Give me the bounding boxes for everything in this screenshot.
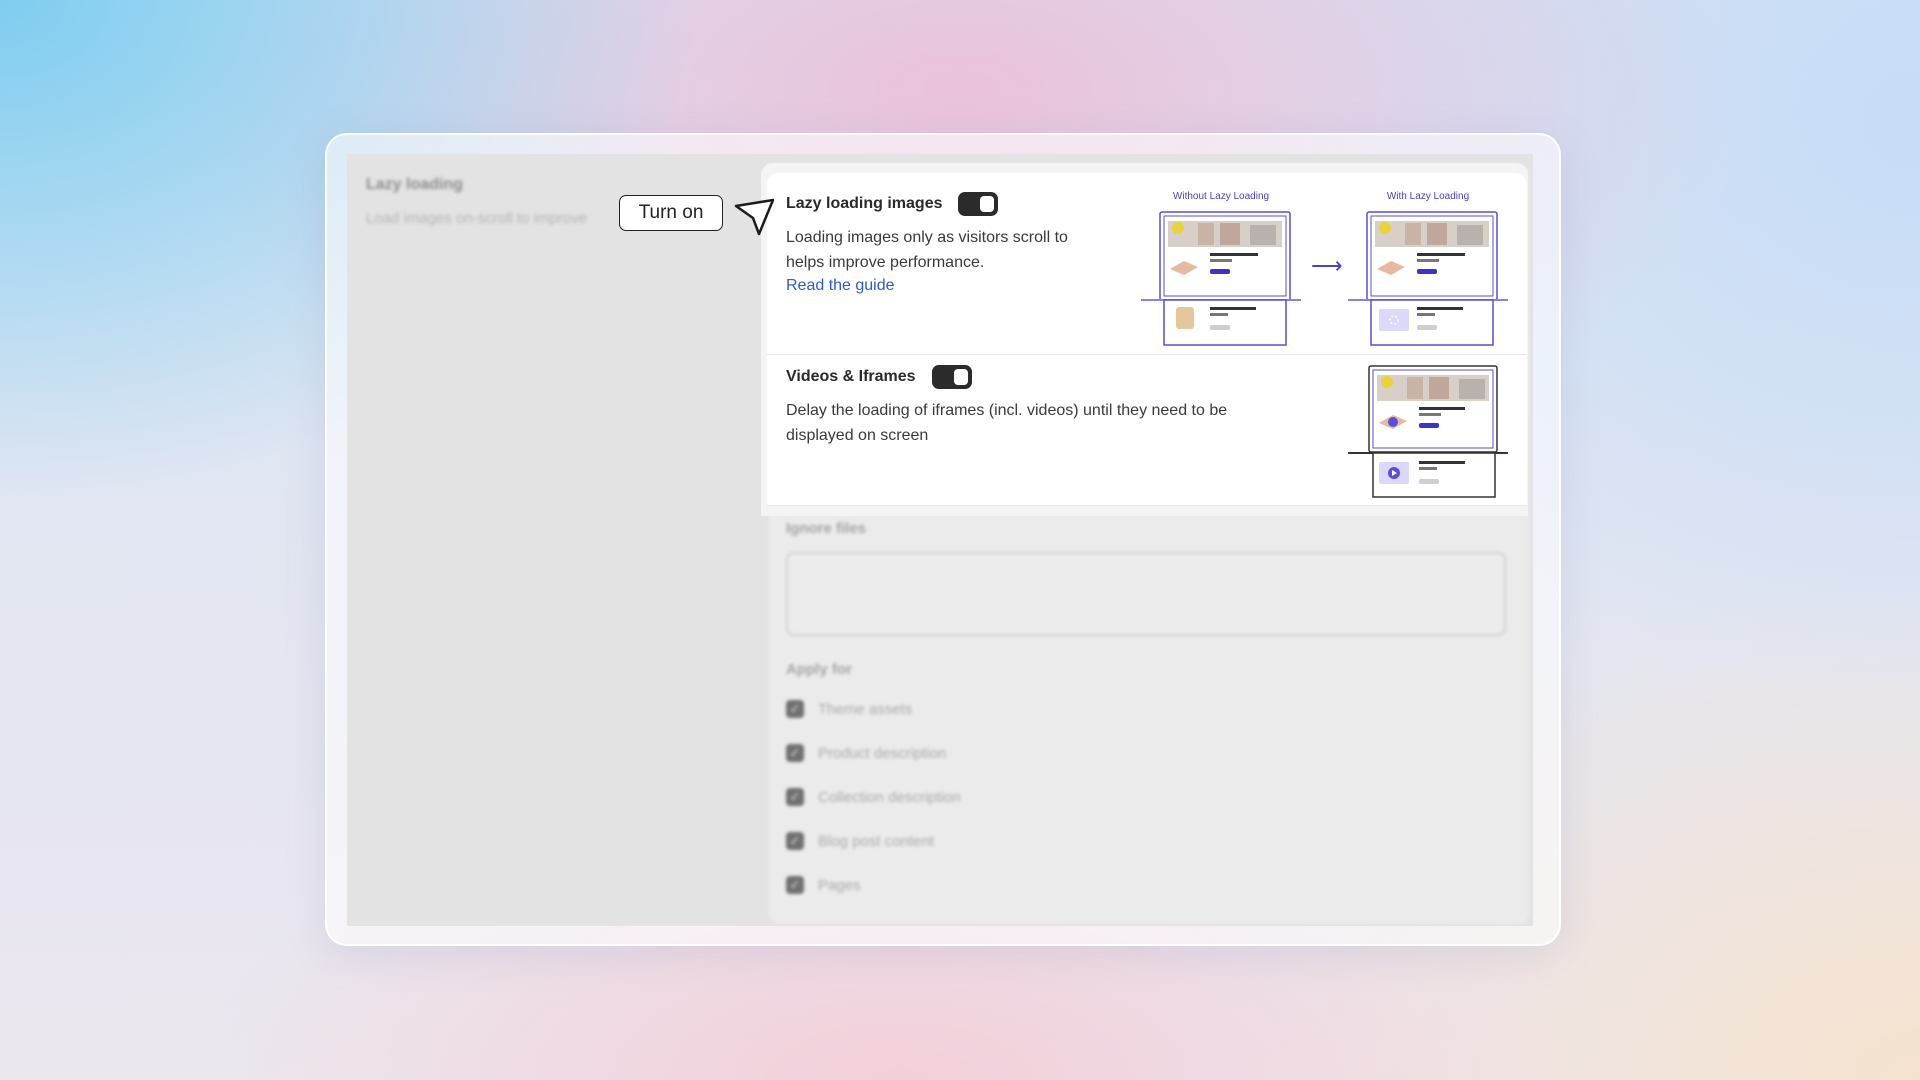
checkbox-collection-description[interactable]: ✓ Collection description (786, 786, 961, 808)
checkbox-label: Pages (818, 876, 861, 894)
checkbox-label: Theme assets (818, 700, 913, 718)
pointer-cursor-icon (734, 198, 775, 236)
with-lazy-label: With Lazy Loading (1386, 191, 1470, 202)
videos-description-line2: displayed on screen (786, 427, 929, 444)
turn-on-callout: Turn on (619, 195, 723, 231)
toggle-knob (954, 369, 968, 385)
ignore-files-input[interactable] (786, 552, 1506, 636)
checkbox-theme-assets[interactable]: ✓ Theme assets (786, 698, 912, 720)
videos-description-line1: Delay the loading of iframes (incl. vide… (786, 402, 1228, 419)
without-lazy-label: Without Lazy Loading (1172, 191, 1270, 202)
toggle-knob (980, 196, 994, 212)
section-title: Lazy loading (366, 176, 463, 193)
checkbox-product-description[interactable]: ✓ Product description (786, 742, 946, 764)
checkbox-icon[interactable]: ✓ (786, 876, 804, 894)
read-guide-link[interactable]: Read the guide (786, 277, 895, 295)
lazy-images-description-line1: Loading images only as visitors scroll t… (786, 229, 1068, 246)
checkbox-label: Collection description (818, 788, 961, 806)
lazy-images-toggle[interactable] (958, 192, 998, 216)
checkbox-pages[interactable]: ✓ Pages (786, 874, 861, 896)
ignore-files-label: Ignore files (786, 520, 867, 537)
apply-for-label: Apply for (786, 661, 852, 678)
lazy-images-description-line2: helps improve performance. (786, 254, 985, 271)
checkbox-label: Product description (818, 744, 947, 762)
section-description: Load images on-scroll to improve (366, 210, 587, 227)
lazy-images-title: Lazy loading images (786, 195, 943, 212)
lazy-loading-panel: Lazy loading images Loading images only … (767, 173, 1527, 506)
checkbox-label: Blog post content (818, 832, 934, 850)
videos-title: Videos & Iframes (786, 368, 916, 385)
section-divider (767, 505, 1527, 506)
without-lazy-illustration (1141, 211, 1301, 346)
videos-illustration (1348, 365, 1508, 498)
checkbox-icon[interactable]: ✓ (786, 744, 804, 762)
checkbox-blog-post-content[interactable]: ✓ Blog post content (786, 830, 934, 852)
arrow-right-icon: ⟶ (1311, 253, 1343, 278)
videos-toggle[interactable] (932, 365, 972, 389)
with-lazy-illustration (1348, 211, 1508, 346)
checkbox-icon[interactable]: ✓ (786, 700, 804, 718)
section-divider (767, 354, 1527, 355)
checkbox-icon[interactable]: ✓ (786, 788, 804, 806)
checkbox-icon[interactable]: ✓ (786, 832, 804, 850)
